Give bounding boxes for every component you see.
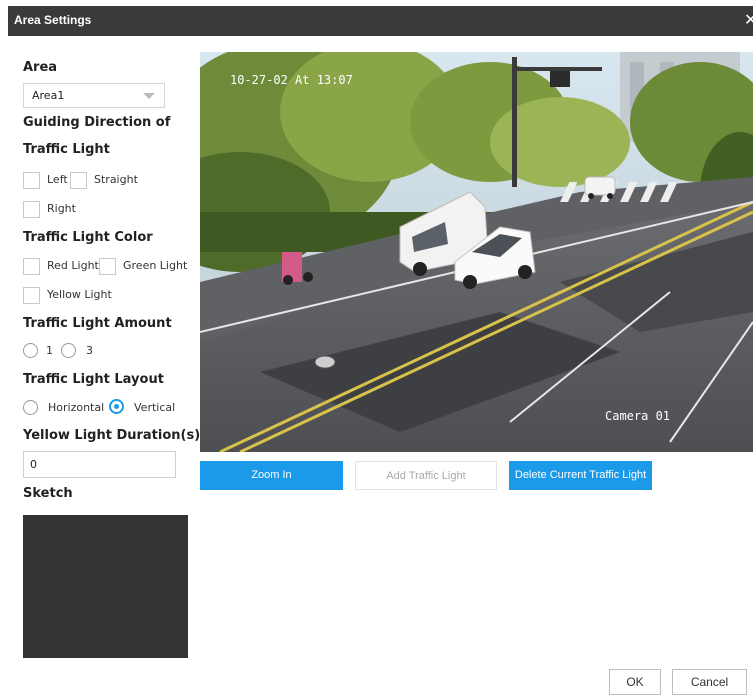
street-scene-image: 10-27-02 At 13:07 Camera 01 (200, 52, 753, 452)
yellow-light-label: Yellow Light (47, 288, 112, 301)
area-heading: Area (23, 60, 58, 75)
add-traffic-light-button[interactable]: Add Traffic Light (355, 461, 497, 490)
left-label: Left (47, 173, 68, 186)
guiding-direction-heading: Guiding Direction of (23, 115, 171, 130)
camera-video-preview[interactable]: 10-27-02 At 13:07 Camera 01 (200, 52, 753, 452)
area-select[interactable]: Area1 (23, 83, 165, 108)
video-timestamp: 10-27-02 At 13:07 (230, 73, 353, 87)
straight-checkbox[interactable] (70, 172, 87, 189)
right-checkbox[interactable] (23, 201, 40, 218)
green-light-label: Green Light (123, 259, 188, 272)
ok-button[interactable]: OK (609, 669, 661, 695)
traffic-light-color-heading: Traffic Light Color (23, 230, 153, 245)
cancel-button[interactable]: Cancel (672, 669, 747, 695)
right-label: Right (47, 202, 76, 215)
left-checkbox[interactable] (23, 172, 40, 189)
yellow-light-duration-heading: Yellow Light Duration(s) (23, 428, 201, 443)
vertical-radio[interactable] (109, 399, 124, 414)
traffic-light-amount-heading: Traffic Light Amount (23, 316, 172, 331)
straight-label: Straight (94, 173, 138, 186)
dialog-title: Area Settings (14, 13, 92, 27)
chevron-down-icon (143, 93, 155, 99)
zoom-in-button[interactable]: Zoom In (200, 461, 343, 490)
amount-3-radio[interactable] (61, 343, 76, 358)
green-light-checkbox[interactable] (99, 258, 116, 275)
amount-3-label: 3 (86, 344, 93, 357)
guiding-direction-heading-line2: Traffic Light (23, 142, 110, 157)
amount-1-radio[interactable] (23, 343, 38, 358)
yellow-light-duration-input[interactable]: 0 (23, 451, 176, 478)
red-light-checkbox[interactable] (23, 258, 40, 275)
sketch-preview (23, 515, 188, 658)
vertical-label: Vertical (134, 401, 176, 414)
close-icon[interactable]: ✕ (744, 10, 753, 29)
dialog-titlebar: Area Settings ✕ (8, 6, 753, 36)
amount-1-label: 1 (46, 344, 53, 357)
horizontal-radio[interactable] (23, 400, 38, 415)
delete-current-traffic-light-button[interactable]: Delete Current Traffic Light (509, 461, 652, 490)
area-select-value: Area1 (32, 89, 65, 102)
traffic-light-layout-heading: Traffic Light Layout (23, 372, 164, 387)
camera-label: Camera 01 (605, 409, 670, 423)
red-light-label: Red Light (47, 259, 99, 272)
sketch-heading: Sketch (23, 486, 73, 501)
horizontal-label: Horizontal (48, 401, 105, 414)
yellow-light-checkbox[interactable] (23, 287, 40, 304)
